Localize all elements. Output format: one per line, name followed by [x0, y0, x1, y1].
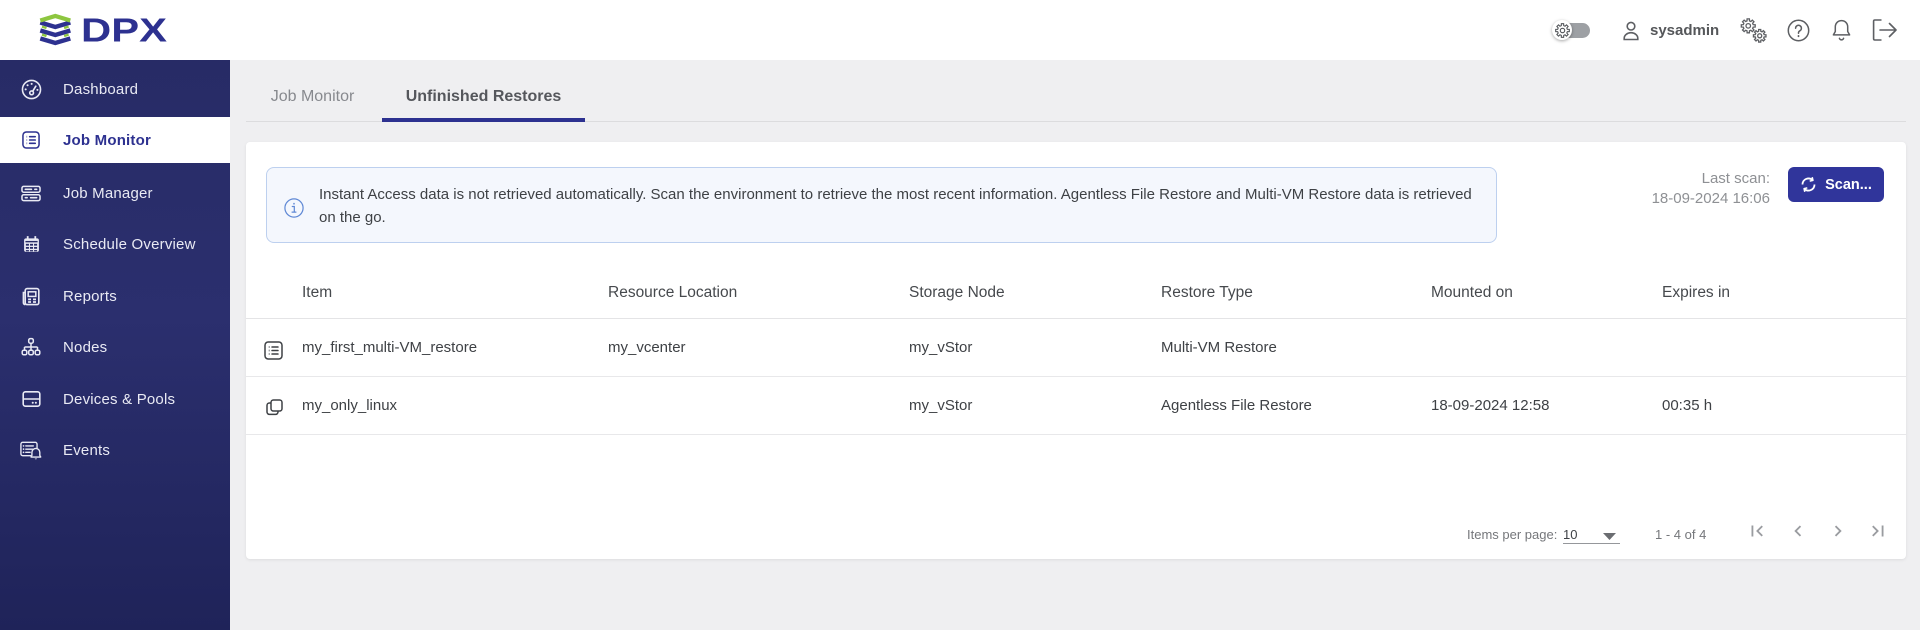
svg-text:DPX: DPX: [81, 12, 167, 49]
